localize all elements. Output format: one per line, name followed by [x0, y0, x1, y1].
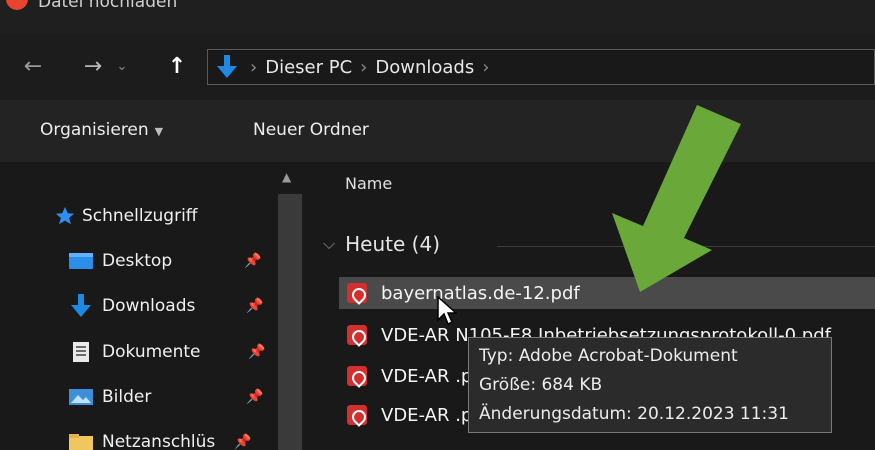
app-icon — [6, 0, 28, 10]
desktop-folder-icon — [68, 250, 94, 272]
group-label: Heute (4) — [345, 232, 440, 256]
title-bar: Datei hochladen — [0, 0, 875, 34]
pin-icon[interactable]: 📌 — [246, 298, 263, 314]
back-button[interactable]: ← — [18, 51, 48, 81]
scroll-up-icon[interactable]: ▲ — [282, 170, 296, 184]
sidebar-item-label: Downloads — [102, 296, 196, 316]
sidebar-item-downloads[interactable]: Downloads 📌 — [68, 288, 278, 324]
file-tooltip: Typ: Adobe Acrobat-Dokument Größe: 684 K… — [468, 337, 832, 433]
sidebar-item-label: Bilder — [102, 387, 152, 407]
chevron-down-icon: ⌵ — [323, 234, 336, 253]
folder-icon — [68, 431, 94, 450]
pin-icon[interactable]: 📌 — [248, 344, 265, 360]
group-header-today[interactable]: ⌵ Heute (4) — [323, 232, 440, 256]
pdf-icon — [347, 366, 367, 386]
pdf-icon — [347, 405, 367, 425]
organize-label: Organisieren — [40, 120, 149, 140]
arrow-left-icon: ← — [23, 53, 43, 79]
new-folder-button[interactable]: Neuer Ordner — [253, 120, 369, 140]
command-bar: Organisieren ▼ Neuer Ordner — [0, 100, 875, 162]
caret-down-icon: ▼ — [154, 125, 164, 138]
up-button[interactable]: ↑ — [162, 51, 192, 81]
breadcrumb-separator[interactable]: › — [482, 57, 489, 78]
sidebar-item-network[interactable]: Netzanschlüs 📌 — [68, 424, 278, 450]
tooltip-size: Größe: 684 KB — [479, 375, 603, 395]
column-header-name[interactable]: Name — [345, 174, 392, 193]
breadcrumb-downloads[interactable]: Downloads — [375, 57, 474, 78]
group-divider — [497, 246, 875, 247]
address-bar[interactable]: › Dieser PC › Downloads › — [207, 49, 875, 85]
breadcrumb-this-pc[interactable]: Dieser PC — [265, 57, 352, 78]
chevron-down-icon: ⌄ — [116, 58, 128, 74]
download-arrow-icon — [68, 294, 94, 317]
breadcrumb-separator: › — [250, 56, 258, 78]
sidebar-item-label: Dokumente — [102, 342, 201, 362]
breadcrumb-separator: › — [360, 56, 368, 78]
sidebar-item-documents[interactable]: Dokumente 📌 — [68, 334, 278, 370]
pin-icon[interactable]: 📌 — [246, 389, 263, 405]
recent-locations-button[interactable]: ⌄ — [110, 51, 134, 81]
window-title: Datei hochladen — [38, 0, 178, 12]
pin-icon[interactable]: 📌 — [244, 253, 261, 269]
pdf-icon — [347, 325, 367, 345]
tooltip-type: Typ: Adobe Acrobat-Dokument — [479, 346, 738, 366]
pin-icon[interactable]: 📌 — [234, 434, 251, 450]
pdf-icon — [347, 283, 367, 303]
sidebar-item-desktop[interactable]: Desktop 📌 — [68, 243, 278, 279]
mouse-cursor-icon — [437, 296, 457, 326]
sidebar-item-label: Desktop — [102, 251, 173, 271]
file-row[interactable]: bayernatlas.de-12.pdf — [339, 277, 875, 309]
nav-scrollbar[interactable] — [278, 194, 302, 450]
arrow-right-icon: → — [83, 53, 103, 79]
sidebar-item-pictures[interactable]: Bilder 📌 — [68, 379, 278, 415]
forward-button[interactable]: → — [78, 51, 108, 81]
pictures-icon — [68, 386, 94, 408]
star-icon — [52, 205, 78, 227]
download-arrow-icon — [212, 52, 242, 82]
tooltip-modified: Änderungsdatum: 20.12.2023 11:31 — [479, 404, 789, 424]
document-icon — [68, 341, 94, 363]
navigation-bar: ← → ⌄ ↑ › Dieser PC › Downloads › — [0, 34, 875, 100]
sidebar-item-label: Schnellzugriff — [82, 206, 198, 226]
organize-button[interactable]: Organisieren ▼ — [40, 120, 163, 140]
arrow-up-icon: ↑ — [167, 53, 187, 79]
navigation-pane: ▲ Schnellzugriff Desktop 📌 Downloads 📌 D… — [0, 162, 307, 450]
sidebar-item-quick-access[interactable]: Schnellzugriff — [52, 198, 278, 234]
sidebar-item-label: Netzanschlüs — [102, 432, 216, 450]
file-name: bayernatlas.de-12.pdf — [381, 282, 580, 304]
